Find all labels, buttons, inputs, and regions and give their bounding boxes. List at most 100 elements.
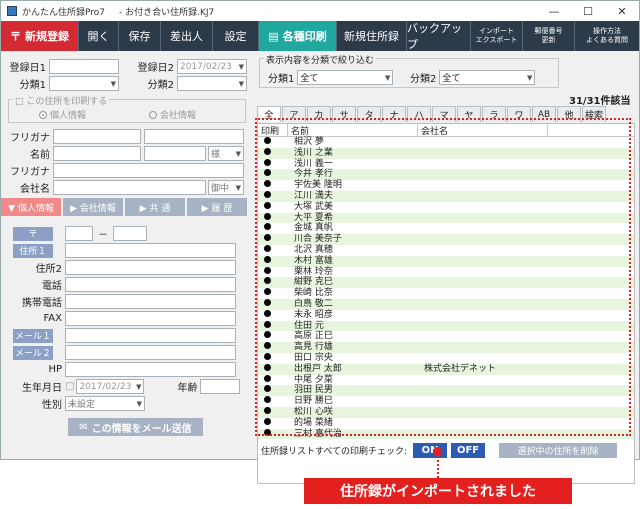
print-mark[interactable] bbox=[258, 169, 288, 180]
print-mark[interactable] bbox=[258, 342, 288, 353]
print-mark[interactable] bbox=[258, 363, 288, 375]
list-item[interactable]: 羽田 民男 bbox=[258, 385, 634, 397]
hp-input[interactable] bbox=[65, 362, 236, 377]
alpha-tab[interactable]: AB bbox=[532, 106, 556, 122]
alpha-tab[interactable]: ナ bbox=[382, 106, 406, 122]
furigana-last-input[interactable] bbox=[53, 129, 141, 144]
print-mark[interactable] bbox=[258, 298, 288, 310]
first-name-input[interactable] bbox=[144, 146, 206, 161]
address1-button[interactable]: 住所１ bbox=[13, 243, 53, 258]
list-item[interactable]: 末永 昭彦 bbox=[258, 309, 634, 321]
alpha-tab[interactable]: ヤ bbox=[457, 106, 481, 122]
list-item[interactable]: 的場 菜緒 bbox=[258, 417, 634, 429]
print-mark[interactable] bbox=[258, 137, 288, 148]
print-mark[interactable] bbox=[258, 223, 288, 234]
save-button[interactable]: 保存 bbox=[119, 21, 161, 51]
print-mark[interactable] bbox=[258, 385, 288, 396]
close-button[interactable]: ✕ bbox=[605, 5, 639, 18]
list-item[interactable]: 浅川 之業 bbox=[258, 147, 634, 159]
honorific-select[interactable]: 様 ▼ bbox=[208, 146, 244, 161]
backup-button[interactable]: バックアップ bbox=[407, 21, 471, 51]
birth-select[interactable]: 2017/02/23 ▼ bbox=[76, 379, 145, 394]
list-item[interactable]: 柴崎 比奈 bbox=[258, 288, 634, 299]
mobile-input[interactable] bbox=[65, 294, 236, 309]
alpha-tab[interactable]: 検索 bbox=[582, 106, 606, 122]
reg-date2-select[interactable]: 2017/02/23 ▼ bbox=[177, 59, 247, 74]
class1-select[interactable]: ▼ bbox=[49, 76, 119, 91]
gender-select[interactable]: 未設定 ▼ bbox=[65, 396, 145, 411]
list-item[interactable]: 宇佐美 隆明 bbox=[258, 180, 634, 191]
tab-common[interactable]: ▶ 共 通 bbox=[125, 198, 185, 216]
list-item[interactable]: 金城 真帆 bbox=[258, 223, 634, 234]
list-item[interactable]: 今井 孝行 bbox=[258, 169, 634, 181]
print-button[interactable]: ▤ 各種印刷 bbox=[259, 21, 337, 51]
mail2-input[interactable] bbox=[65, 345, 236, 360]
maximize-button[interactable]: ☐ bbox=[571, 5, 605, 18]
col-print[interactable]: 印刷 bbox=[258, 124, 288, 137]
age-input[interactable] bbox=[200, 379, 241, 394]
print-mark[interactable] bbox=[258, 158, 288, 170]
list-item[interactable]: 日野 勝巳 bbox=[258, 396, 634, 407]
help-button[interactable]: 操作方法 よくある質問 bbox=[575, 21, 639, 51]
address2-input[interactable] bbox=[65, 260, 236, 275]
print-mark[interactable] bbox=[258, 352, 288, 364]
print-mark[interactable] bbox=[258, 288, 288, 299]
open-button[interactable]: 開く bbox=[79, 21, 119, 51]
alpha-tab[interactable]: サ bbox=[332, 106, 356, 122]
import-export-button[interactable]: インポート エクスポート bbox=[471, 21, 523, 51]
list-item[interactable]: 三村 喜代治 bbox=[258, 428, 634, 440]
print-mark[interactable] bbox=[258, 190, 288, 202]
mail1-button[interactable]: メール１ bbox=[13, 328, 53, 343]
print-mark[interactable] bbox=[258, 234, 288, 245]
list-item[interactable]: 大平 夏希 bbox=[258, 212, 634, 224]
print-mark[interactable] bbox=[258, 428, 288, 440]
print-mark[interactable] bbox=[258, 244, 288, 256]
print-mark[interactable] bbox=[258, 266, 288, 278]
list-item[interactable]: 北沢 真穂 bbox=[258, 244, 634, 256]
company-honorific-select[interactable]: 御中 ▼ bbox=[208, 180, 244, 195]
print-mark[interactable] bbox=[258, 396, 288, 407]
print-mark[interactable] bbox=[258, 180, 288, 191]
list-item[interactable]: 中尾 夕菜 bbox=[258, 374, 634, 386]
filter-class1-select[interactable]: 全て ▼ bbox=[297, 70, 394, 85]
list-item[interactable]: 相沢 夢 bbox=[258, 137, 634, 148]
print-mark[interactable] bbox=[258, 201, 288, 213]
alpha-tab[interactable]: マ bbox=[432, 106, 456, 122]
tab-history[interactable]: ▶ 履 歴 bbox=[187, 198, 247, 216]
company-furigana-input[interactable] bbox=[53, 163, 244, 178]
col-company[interactable]: 会社名 bbox=[418, 124, 548, 137]
address-list[interactable]: 印刷 名前 会社名 相沢 夢浅川 之業 浅川 義一 今井 孝行 宇佐美 隆明 江川 満夫… bbox=[257, 123, 635, 484]
col-name[interactable]: 名前 bbox=[288, 124, 418, 137]
class2-select[interactable]: ▼ bbox=[177, 76, 247, 91]
alpha-tab[interactable]: ハ bbox=[407, 106, 431, 122]
print-mark[interactable] bbox=[258, 374, 288, 386]
list-item[interactable]: 浅川 義一 bbox=[258, 158, 634, 170]
print-check-legend[interactable]: □ この住所を印刷する bbox=[13, 94, 110, 107]
postal-button[interactable]: 〒 bbox=[13, 226, 53, 241]
mail-send-button[interactable]: ✉ この情報をメール送信 bbox=[68, 418, 203, 436]
print-mark[interactable] bbox=[258, 277, 288, 288]
postal-code2-input[interactable] bbox=[113, 226, 147, 241]
list-item[interactable]: 栗林 玲奈 bbox=[258, 266, 634, 278]
alpha-tab[interactable]: 全 bbox=[257, 106, 281, 122]
reg-date1-input[interactable] bbox=[49, 59, 119, 74]
mail2-button[interactable]: メール２ bbox=[13, 345, 53, 360]
alpha-tab[interactable]: タ bbox=[357, 106, 381, 122]
new-book-button[interactable]: 新規住所録 bbox=[337, 21, 407, 51]
alpha-tab[interactable]: ワ bbox=[507, 106, 531, 122]
alpha-tab[interactable]: ラ bbox=[482, 106, 506, 122]
list-item[interactable]: 木村 富雄 bbox=[258, 255, 634, 267]
list-item[interactable]: 大塚 武美 bbox=[258, 201, 634, 213]
new-register-button[interactable]: 〒 新規登録 bbox=[1, 21, 79, 51]
radio-personal[interactable]: 個人情報 bbox=[39, 108, 86, 121]
delete-selected-button[interactable]: 選択中の住所を削除 bbox=[499, 442, 618, 458]
tab-personal[interactable]: ▼ 個人情報 bbox=[1, 198, 61, 216]
print-mark[interactable] bbox=[258, 406, 288, 418]
radio-company[interactable]: 会社情報 bbox=[149, 108, 196, 121]
list-item[interactable]: 江川 満夫 bbox=[258, 190, 634, 202]
alpha-tab[interactable]: カ bbox=[307, 106, 331, 122]
list-item[interactable]: 白鳥 敬二 bbox=[258, 298, 634, 310]
list-item[interactable]: 田口 宗央 bbox=[258, 352, 634, 364]
last-name-input[interactable] bbox=[53, 146, 141, 161]
print-mark[interactable] bbox=[258, 417, 288, 429]
